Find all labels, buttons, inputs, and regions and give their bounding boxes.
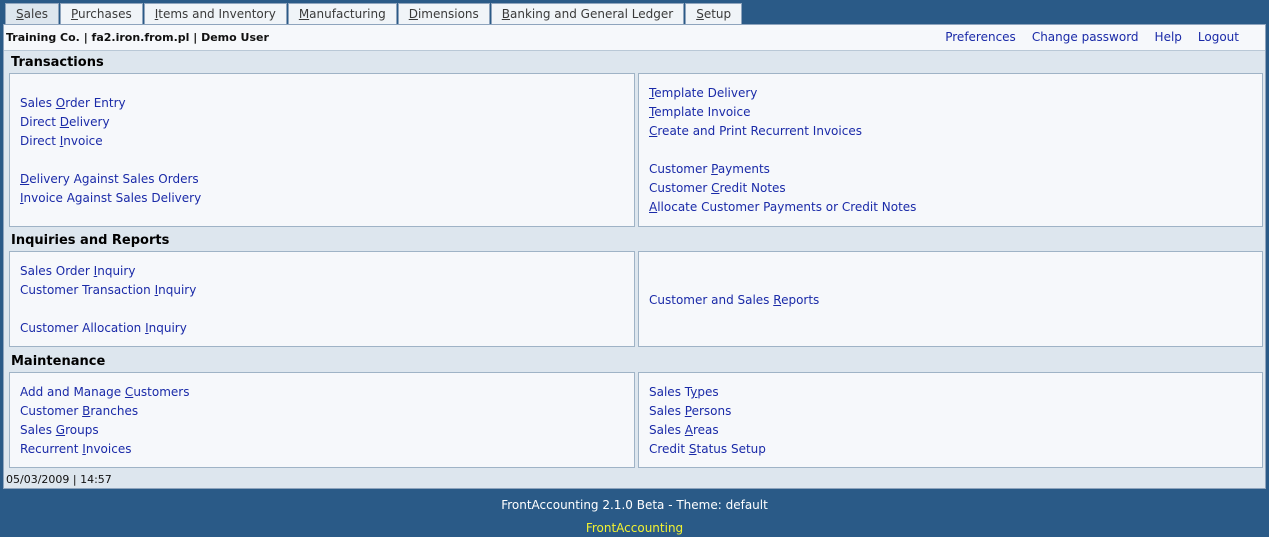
- inquiries-left-panel: Sales Order Inquiry Customer Transaction…: [9, 251, 635, 347]
- maintenance-left-panel: Add and Manage Customers Customer Branch…: [9, 372, 635, 468]
- footer-brand-link[interactable]: FrontAccounting: [0, 521, 1269, 535]
- tab-dimensions[interactable]: Dimensions: [397, 3, 490, 24]
- link-sales-order-inquiry[interactable]: Sales Order Inquiry: [20, 264, 135, 278]
- link-template-invoice[interactable]: Template Invoice: [649, 105, 750, 119]
- section-title-inquiries: Inquiries and Reports: [11, 233, 170, 248]
- header-links: Preferences Change password Help Logout: [945, 30, 1239, 44]
- link-direct-delivery[interactable]: Direct Delivery: [20, 115, 110, 129]
- date-time-status: 05/03/2009 | 14:57: [6, 473, 112, 486]
- link-sales-order-entry[interactable]: Sales Order Entry: [20, 96, 126, 110]
- tab-items-and-inventory[interactable]: Items and Inventory: [143, 3, 287, 24]
- link-customer-payments[interactable]: Customer Payments: [649, 162, 770, 176]
- link-customer-allocation-inquiry[interactable]: Customer Allocation Inquiry: [20, 321, 187, 335]
- link-sales-types[interactable]: Sales Types: [649, 385, 719, 399]
- help-link[interactable]: Help: [1155, 30, 1182, 44]
- section-title-maintenance: Maintenance: [11, 354, 106, 369]
- maintenance-right-panel: Sales Types Sales Persons Sales Areas Cr…: [638, 372, 1263, 468]
- link-allocate-customer-payments[interactable]: Allocate Customer Payments or Credit Not…: [649, 200, 916, 214]
- tab-manufacturing[interactable]: Manufacturing: [287, 3, 397, 24]
- link-credit-status-setup[interactable]: Credit Status Setup: [649, 442, 766, 456]
- footer-version: FrontAccounting 2.1.0 Beta - Theme: defa…: [501, 498, 768, 512]
- logout-link[interactable]: Logout: [1198, 30, 1239, 44]
- inquiries-right-panel: Customer and Sales Reports: [638, 251, 1263, 347]
- link-customer-branches[interactable]: Customer Branches: [20, 404, 138, 418]
- preferences-link[interactable]: Preferences: [945, 30, 1016, 44]
- link-add-manage-customers[interactable]: Add and Manage Customers: [20, 385, 189, 399]
- link-sales-persons[interactable]: Sales Persons: [649, 404, 731, 418]
- tab-purchases[interactable]: Purchases: [59, 3, 143, 24]
- link-template-delivery[interactable]: Template Delivery: [649, 86, 757, 100]
- link-sales-areas[interactable]: Sales Areas: [649, 423, 719, 437]
- change-password-link[interactable]: Change password: [1032, 30, 1139, 44]
- transactions-left-panel: Sales Order Entry Direct Delivery Direct…: [9, 73, 635, 227]
- module-tabs: Sales Purchases Items and Inventory Manu…: [5, 3, 743, 24]
- link-customer-credit-notes[interactable]: Customer Credit Notes: [649, 181, 786, 195]
- link-delivery-against-sales-orders[interactable]: Delivery Against Sales Orders: [20, 172, 199, 186]
- link-direct-invoice[interactable]: Direct Invoice: [20, 134, 103, 148]
- link-sales-groups[interactable]: Sales Groups: [20, 423, 99, 437]
- tab-banking-and-general-ledger[interactable]: Banking and General Ledger: [490, 3, 685, 24]
- link-invoice-against-sales-delivery[interactable]: Invoice Against Sales Delivery: [20, 191, 201, 205]
- main-frame: Training Co. | fa2.iron.from.pl | Demo U…: [3, 24, 1266, 489]
- link-create-print-recurrent-invoices[interactable]: Create and Print Recurrent Invoices: [649, 124, 862, 138]
- tab-setup[interactable]: Setup: [685, 3, 743, 24]
- company-info: Training Co. | fa2.iron.from.pl | Demo U…: [6, 31, 269, 44]
- transactions-right-panel: Template Delivery Template Invoice Creat…: [638, 73, 1263, 227]
- link-recurrent-invoices[interactable]: Recurrent Invoices: [20, 442, 131, 456]
- link-customer-and-sales-reports[interactable]: Customer and Sales Reports: [649, 293, 819, 307]
- link-customer-transaction-inquiry[interactable]: Customer Transaction Inquiry: [20, 283, 196, 297]
- tab-sales[interactable]: Sales: [5, 3, 59, 24]
- header-bar: Training Co. | fa2.iron.from.pl | Demo U…: [4, 25, 1265, 51]
- section-title-transactions: Transactions: [11, 55, 104, 70]
